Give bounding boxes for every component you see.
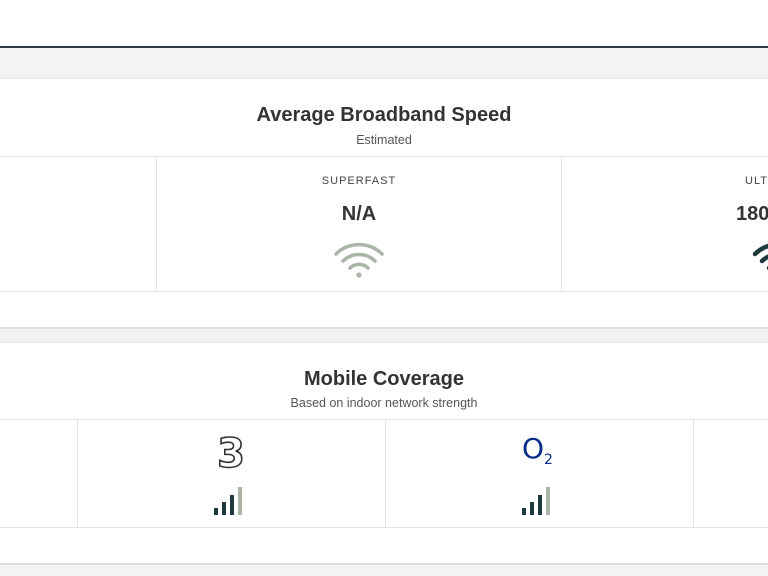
mobile-column-divider [693,419,694,527]
tier-value: 180 [736,203,768,225]
tier-label: SUPERFAST [321,175,397,187]
o2-logo-icon: O2 [522,432,562,468]
mobile-subtitle: Based on indoor network strength [290,396,478,410]
three-logo-icon: 3 [216,432,245,472]
three-logo-text: 3 [217,432,245,472]
mobile-coverage-card: Mobile Coverage Based on indoor network … [0,342,768,565]
signal-strength-icon [214,487,242,515]
broadband-divider-bottom [0,291,768,292]
o2-logo-letter: O [522,432,545,465]
broadband-speed-card: Average Broadband Speed Estimated SUPERF… [0,78,768,329]
mobile-title: Mobile Coverage [303,368,465,390]
broadband-title: Average Broadband Speed [256,104,512,126]
network-three: 3 [78,420,385,527]
signal-strength-icon [522,487,550,515]
network-o2: O2 [386,420,693,527]
broadband-tier-ultrafast: ULT 180 [562,157,768,291]
wifi-icon [752,243,768,271]
o2-logo-subscript: 2 [544,452,553,468]
tier-value: N/A [341,203,377,225]
top-header-bar [0,0,768,48]
tier-label: ULT [745,175,768,187]
broadband-subtitle: Estimated [356,133,412,147]
broadband-tier-superfast: SUPERFAST N/A [157,157,561,291]
wifi-icon [334,242,384,278]
mobile-divider-bottom [0,527,768,528]
